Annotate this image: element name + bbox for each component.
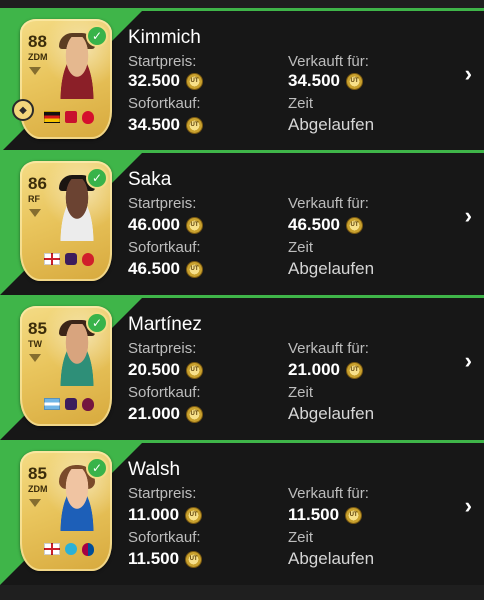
player-rating: 86 [28,174,47,193]
card-badges [34,253,104,266]
time-label: Zeit [288,95,314,112]
card-badges [34,398,104,411]
chemistry-icon [29,354,41,362]
coin-icon: UT [345,506,363,524]
chevron-right-icon[interactable]: › [465,61,472,87]
coin-icon: UT [185,506,203,524]
sold-for-label: Verkauft für: [288,195,369,212]
buy-now-label: Sofortkauf: [128,529,201,546]
club-icon [82,398,94,411]
list-item[interactable]: 86 RF ✓ Saka Startpreis: 46.000 UT Sofort… [0,150,484,295]
coin-icon: UT [186,116,203,134]
coin-icon: UT [186,361,203,379]
buy-now-value: 21.000 UT [128,404,203,424]
buy-now-value: 34.500 UT [128,115,203,135]
start-price-value: 32.500 UT [128,71,203,91]
coin-icon: UT [186,260,203,278]
league-icon [65,398,77,410]
list-item[interactable]: 85 TW ✓ Martínez Startpreis: 20.500 UT So… [0,295,484,440]
coin-icon: UT [346,72,363,90]
player-position: RF [28,194,40,204]
buy-now-label: Sofortkauf: [128,95,201,112]
sold-for-value: 46.500 UT [288,215,363,235]
time-label: Zeit [288,239,314,256]
chemistry-icon [29,499,41,507]
coin-icon: UT [346,216,363,234]
start-price-value: 20.500 UT [128,360,203,380]
sold-for-label: Verkauft für: [288,53,369,70]
player-rating: 85 [28,464,47,483]
nation-flag-icon [44,253,60,265]
nation-flag-icon [44,111,60,123]
coin-icon: UT [186,72,203,90]
buy-now-value: 11.500 UT [128,549,203,569]
player-name: Saka [128,169,172,190]
start-price-value: 11.000 UT [128,505,203,525]
start-price-value: 46.000 UT [128,215,203,235]
card-badges [34,543,104,556]
evolution-icon: ◆ [12,99,34,121]
buy-now-label: Sofortkauf: [128,384,201,401]
player-name: Martínez [128,314,202,335]
club-icon [82,253,94,266]
sold-for-value: 21.000 UT [288,360,363,380]
card-badges [34,111,104,124]
league-icon [65,543,77,555]
buy-now-value: 46.500 UT [128,259,203,279]
check-icon: ✓ [86,312,108,334]
check-icon: ✓ [86,25,108,47]
check-icon: ✓ [86,167,108,189]
player-position: ZDM [28,484,48,494]
player-name: Kimmich [128,27,201,48]
buy-now-label: Sofortkauf: [128,239,201,256]
league-icon [65,253,77,265]
coin-icon: UT [346,361,363,379]
status-value: Abgelaufen [288,115,375,134]
start-price-label: Startpreis: [128,340,197,357]
chemistry-icon [29,209,41,217]
status-value: Abgelaufen [288,549,375,568]
chevron-right-icon[interactable]: › [465,348,472,374]
list-item[interactable]: 85 ZDM ✓ Walsh Startpreis: 11.000 UT Sofo… [0,440,484,585]
status-value: Abgelaufen [288,259,375,278]
player-position: TW [28,339,42,349]
start-price-label: Startpreis: [128,195,197,212]
start-price-label: Startpreis: [128,485,197,502]
start-price-label: Startpreis: [128,53,197,70]
club-icon [82,111,94,124]
coin-icon: UT [185,550,203,568]
transfer-list: 88 ZDM ◆ ✓ Kimmich Startpreis: 32.500 UT … [0,0,484,600]
sold-for-label: Verkauft für: [288,340,369,357]
coin-icon: UT [186,216,203,234]
chemistry-icon [29,67,41,75]
nation-flag-icon [44,398,60,410]
status-value: Abgelaufen [288,404,375,423]
sold-for-label: Verkauft für: [288,485,369,502]
player-name: Walsh [128,459,181,480]
player-rating: 88 [28,32,47,51]
club-icon [82,543,94,556]
player-position: ZDM [28,52,48,62]
list-item[interactable]: 88 ZDM ◆ ✓ Kimmich Startpreis: 32.500 UT … [0,8,484,153]
sold-for-value: 11.500 UT [288,505,363,525]
time-label: Zeit [288,384,314,401]
league-icon [65,111,77,123]
coin-icon: UT [186,405,203,423]
sold-for-value: 34.500 UT [288,71,363,91]
chevron-right-icon[interactable]: › [465,493,472,519]
chevron-right-icon[interactable]: › [465,203,472,229]
check-icon: ✓ [86,457,108,479]
nation-flag-icon [44,543,60,555]
player-rating: 85 [28,319,47,338]
time-label: Zeit [288,529,314,546]
